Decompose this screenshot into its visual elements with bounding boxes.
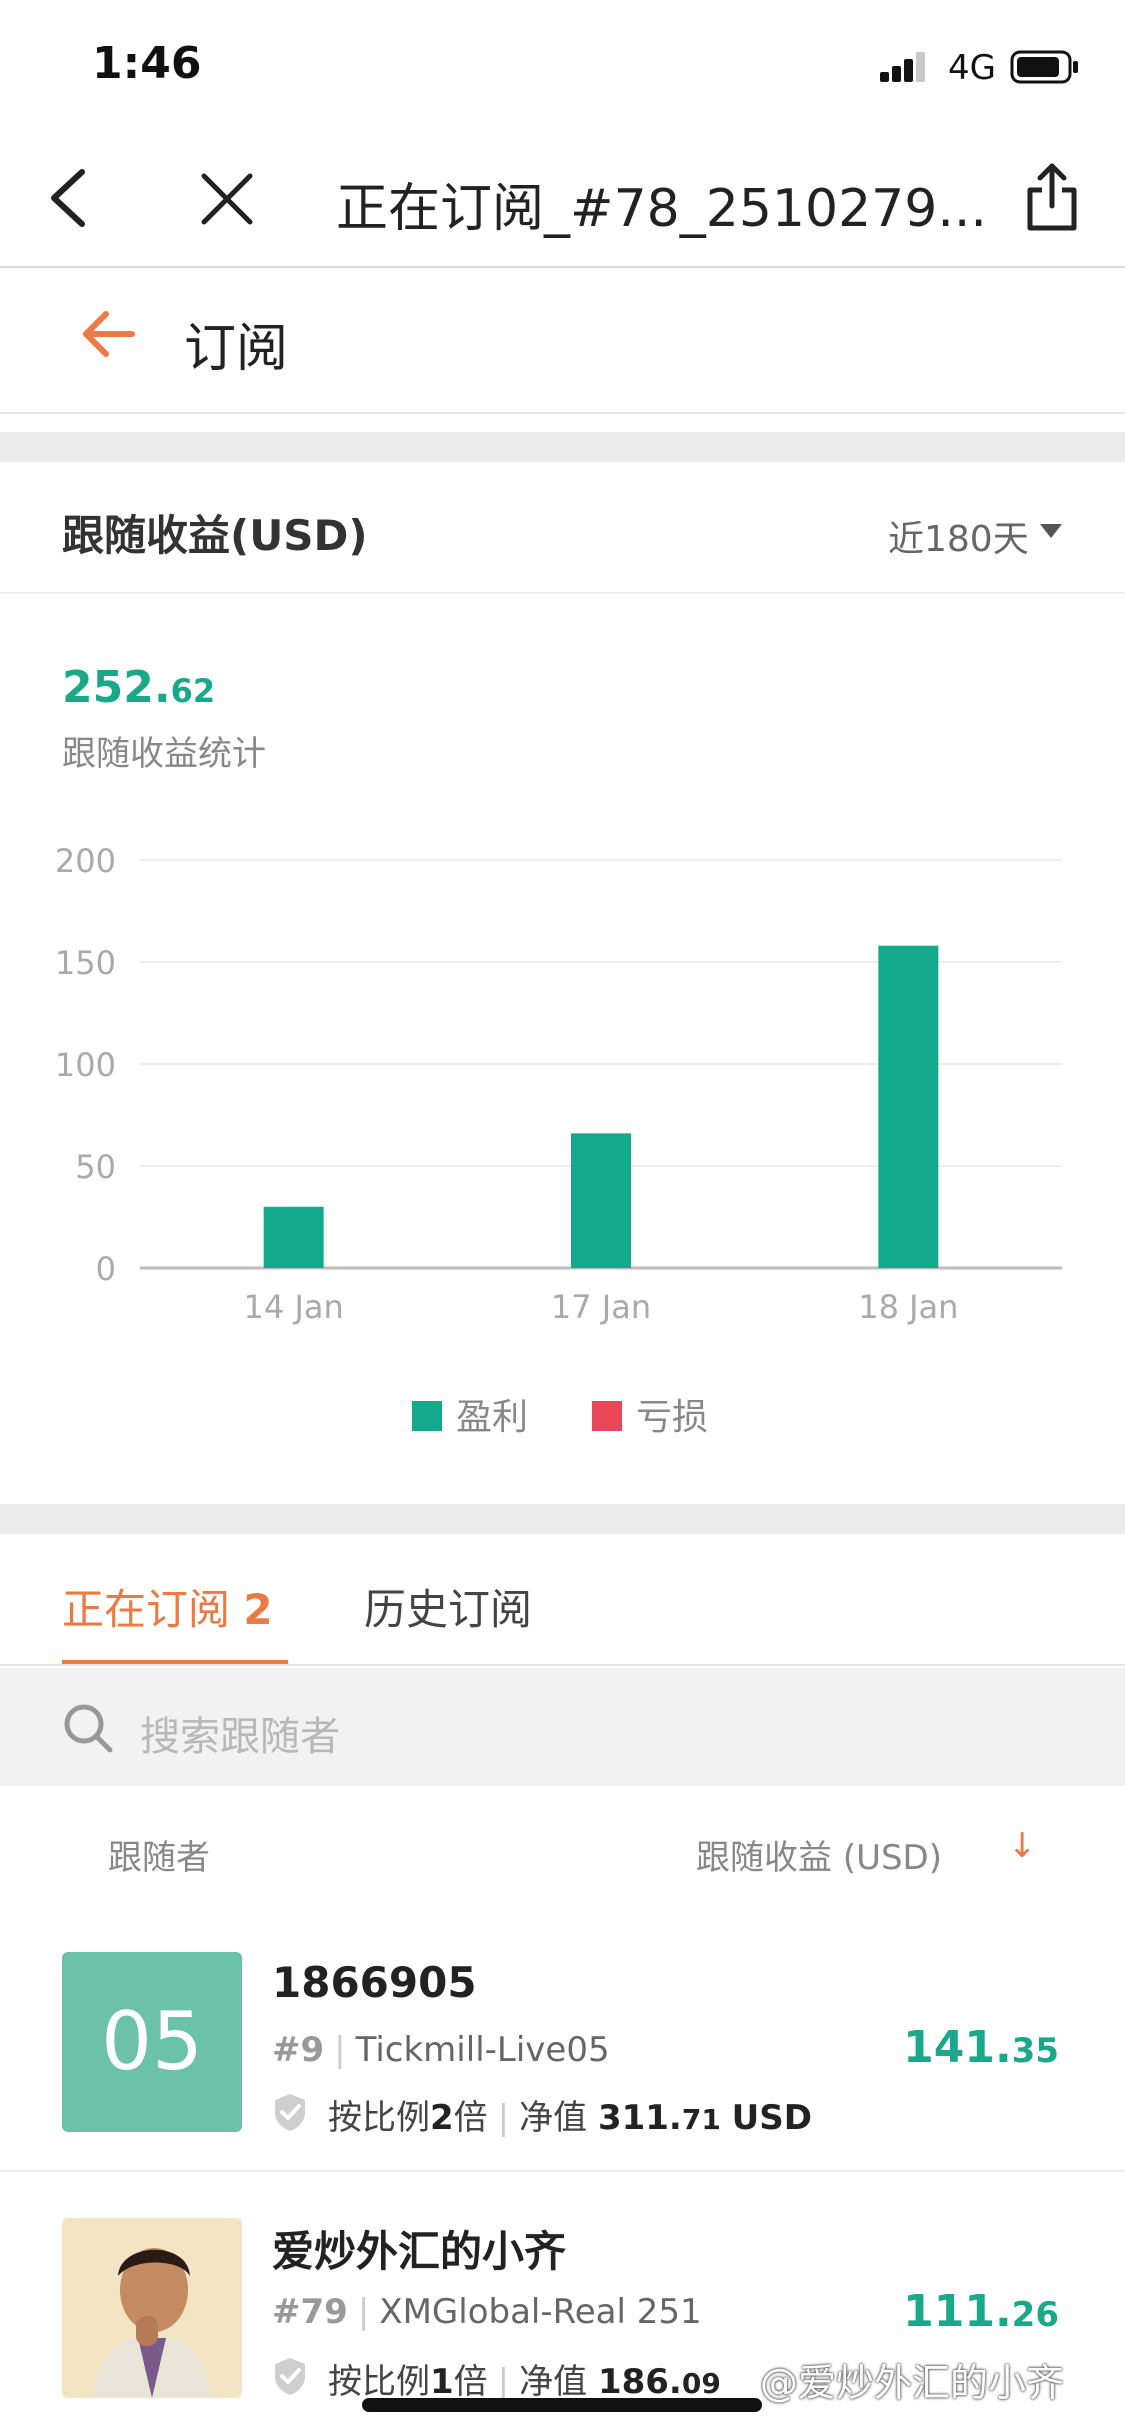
- page-header: [0, 266, 1125, 414]
- search-icon: [62, 1702, 114, 1754]
- avatar[interactable]: 05: [62, 1952, 242, 2132]
- ratio-prefix: 按比例: [328, 2362, 430, 2402]
- total-profit-int: 252.: [62, 662, 171, 713]
- follower-rank: #9: [272, 2030, 325, 2070]
- status-time: 1:46: [92, 38, 202, 89]
- follower-server: XMGlobal-Real 251: [379, 2292, 702, 2332]
- follower-profit-dec: 35: [1011, 2031, 1059, 2071]
- x-tick-label: 14 Jan: [244, 1288, 344, 1326]
- ratio-prefix: 按比例: [328, 2098, 430, 2138]
- close-icon[interactable]: [198, 170, 256, 228]
- equity-unit: USD: [731, 2098, 812, 2138]
- tab-current-count: 2: [243, 1585, 273, 1634]
- bar: [878, 945, 939, 1268]
- y-tick-label: 200: [55, 842, 116, 880]
- follower-account: #9 | Tickmill-Live05: [272, 2030, 610, 2070]
- column-header-profit[interactable]: 跟随收益 (USD): [696, 1830, 942, 1879]
- profit-bar-chart: 0 50 100 150 200 14 Jan 17 Jan 18 Jan 盈利 亏损: [55, 842, 1062, 1438]
- x-tick-label: 17 Jan: [551, 1288, 651, 1326]
- follower-rank: #79: [272, 2292, 348, 2332]
- separator: |: [334, 2030, 346, 2070]
- row-divider: [0, 2170, 1125, 2172]
- equity-label: 净值: [519, 2098, 588, 2138]
- watermark: @爱炒外汇的小齐: [760, 2361, 1065, 2405]
- legend-swatch: [592, 1401, 622, 1431]
- equity-dec: 09: [681, 2367, 721, 2400]
- total-profit-dec: 62: [170, 672, 216, 710]
- tabs-divider: [0, 1664, 1125, 1666]
- avatar[interactable]: [62, 2218, 242, 2398]
- total-profit-label: 跟随收益统计: [62, 734, 266, 774]
- follower-account: #79 | XMGlobal-Real 251: [272, 2292, 702, 2332]
- follower-settings: 按比例2倍 | 净值 311.71 USD: [328, 2090, 812, 2139]
- back-arrow-icon[interactable]: [80, 308, 136, 360]
- period-selector[interactable]: 近180天: [888, 510, 1029, 562]
- equity-int: 311.: [597, 2098, 682, 2138]
- share-icon[interactable]: [1024, 162, 1080, 232]
- ratio-value: 2: [430, 2098, 454, 2138]
- separator: |: [357, 2292, 370, 2332]
- caret-down-icon[interactable]: [1040, 524, 1062, 538]
- shield-check-icon: [272, 2356, 308, 2396]
- section-gap: [0, 432, 1125, 462]
- equity-int: 186.: [597, 2362, 682, 2402]
- separator: |: [497, 2098, 510, 2138]
- browser-title: 正在订阅_#78_2510279...: [336, 179, 987, 239]
- shield-check-icon: [272, 2092, 308, 2132]
- search-input[interactable]: 搜索跟随者: [140, 1704, 340, 1762]
- page-title: 订阅: [184, 319, 289, 379]
- follower-profit: 141.35: [903, 2022, 1059, 2073]
- follower-settings: 按比例1倍 | 净值 186.09: [328, 2354, 721, 2403]
- legend-swatch: [412, 1401, 442, 1431]
- bar: [571, 1133, 631, 1268]
- follower-profit-int: 141.: [903, 2022, 1012, 2073]
- follower-profit-int: 111.: [903, 2286, 1012, 2337]
- y-tick-label: 100: [55, 1046, 116, 1084]
- column-header-follower: 跟随者: [108, 1838, 210, 1878]
- sort-down-arrow-icon[interactable]: ↓: [1008, 1826, 1037, 1866]
- section-gap: [0, 1504, 1125, 1534]
- legend-label: 亏损: [636, 1397, 708, 1438]
- x-tick-label: 18 Jan: [858, 1288, 958, 1326]
- ratio-suffix: 倍: [453, 2098, 488, 2138]
- profit-card-title: 跟随收益(USD): [62, 511, 368, 560]
- y-tick-label: 0: [96, 1250, 116, 1288]
- home-indicator: [362, 2398, 762, 2412]
- signal-icon: [880, 52, 925, 82]
- network-type: 4G: [948, 48, 996, 88]
- ratio-suffix: 倍: [453, 2362, 488, 2402]
- y-tick-label: 150: [55, 944, 116, 982]
- follower-name[interactable]: 爱炒外汇的小齐: [272, 2218, 566, 2279]
- follower-profit: 111.26: [903, 2286, 1059, 2337]
- tab-current-label: 正在订阅: [62, 1585, 231, 1634]
- follower-name[interactable]: 1866905: [272, 1958, 477, 2007]
- tab-history-subscriptions[interactable]: 历史订阅: [364, 1576, 532, 1637]
- total-profit: 252.62: [62, 662, 215, 713]
- follower-server: Tickmill-Live05: [355, 2030, 610, 2070]
- battery-icon: [1010, 50, 1080, 84]
- separator: |: [497, 2362, 510, 2402]
- bar: [263, 1206, 324, 1268]
- y-tick-label: 50: [75, 1148, 116, 1186]
- equity-dec: 71: [681, 2103, 721, 2136]
- back-chevron-icon[interactable]: [44, 166, 94, 230]
- card-divider: [0, 592, 1125, 594]
- ratio-value: 1: [430, 2362, 454, 2402]
- legend-label: 盈利: [456, 1397, 528, 1438]
- tab-current-subscriptions[interactable]: 正在订阅 2: [62, 1576, 273, 1637]
- follower-profit-dec: 26: [1011, 2295, 1059, 2335]
- equity-label: 净值: [519, 2362, 588, 2402]
